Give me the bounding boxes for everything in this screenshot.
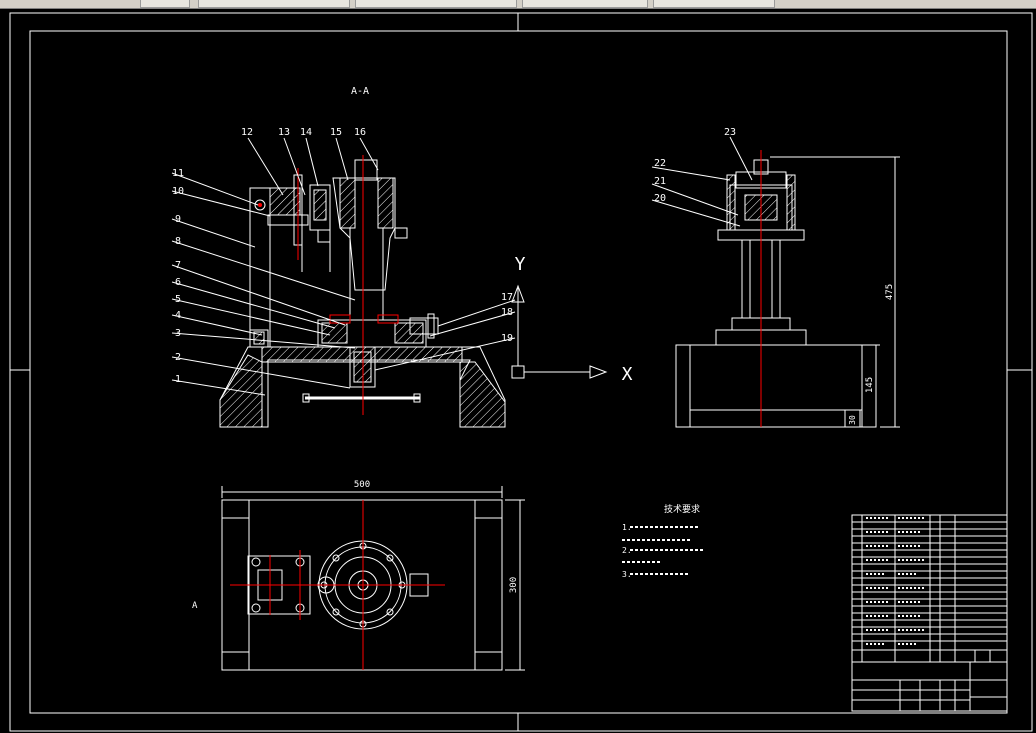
balloon-11: 11 [172, 168, 184, 179]
axis-y-label: Y [515, 254, 526, 275]
drawing-canvas[interactable]: A-A 1 2 3 4 5 6 7 8 9 10 11 12 13 14 15 … [0, 9, 1036, 733]
side-view [675, 159, 877, 428]
dim-475: 475 [885, 284, 895, 300]
balloon-21: 21 [654, 176, 666, 187]
balloon-16: 16 [354, 127, 366, 138]
title-block [851, 661, 1008, 712]
balloon-labels-main: 1 2 3 4 5 6 7 8 9 10 11 12 13 14 15 16 1… [172, 127, 513, 385]
balloon-19: 19 [501, 333, 513, 344]
balloon-18: 18 [501, 307, 513, 318]
dim-500: 500 [354, 480, 370, 490]
balloon-12: 12 [241, 127, 253, 138]
toolbar [0, 0, 1036, 9]
balloon-3: 3 [175, 328, 181, 339]
dim-30: 30 [848, 415, 857, 425]
axis-x-label: X [622, 364, 633, 385]
balloon-20: 20 [654, 193, 666, 204]
balloon-14: 14 [300, 127, 312, 138]
centerlines-top [230, 500, 445, 670]
balloon-9: 9 [175, 214, 181, 225]
balloon-22: 22 [654, 158, 666, 169]
view-label-a: A [192, 601, 198, 611]
leader-lines-side [651, 136, 753, 227]
balloon-8: 8 [175, 236, 181, 247]
toolbar-tab[interactable] [522, 0, 648, 8]
balloon-6: 6 [175, 277, 181, 288]
balloon-13: 13 [278, 127, 290, 138]
balloon-1: 1 [175, 374, 181, 385]
dim-300: 300 [509, 577, 519, 593]
balloon-4: 4 [175, 310, 181, 321]
balloon-15: 15 [330, 127, 342, 138]
toolbar-tab[interactable] [355, 0, 517, 8]
toolbar-tab[interactable] [198, 0, 350, 8]
balloon-labels-side: 20 21 22 23 [654, 127, 736, 204]
balloon-5: 5 [175, 294, 181, 305]
balloon-17: 17 [501, 292, 513, 303]
balloon-10: 10 [172, 186, 184, 197]
dimensions-top [221, 486, 525, 671]
drawing-frame [9, 12, 1033, 732]
notes-title: 技术要求 [664, 503, 700, 515]
balloon-2: 2 [175, 352, 181, 363]
section-label: A-A [351, 86, 369, 97]
toolbar-tab[interactable] [140, 0, 190, 8]
dim-145: 145 [865, 377, 875, 393]
notes-block: 1. 2. 3. [622, 523, 704, 579]
toolbar-tab[interactable] [653, 0, 775, 8]
balloon-7: 7 [175, 260, 181, 271]
balloon-23: 23 [724, 127, 736, 138]
ucs-axis-icon [511, 284, 608, 379]
